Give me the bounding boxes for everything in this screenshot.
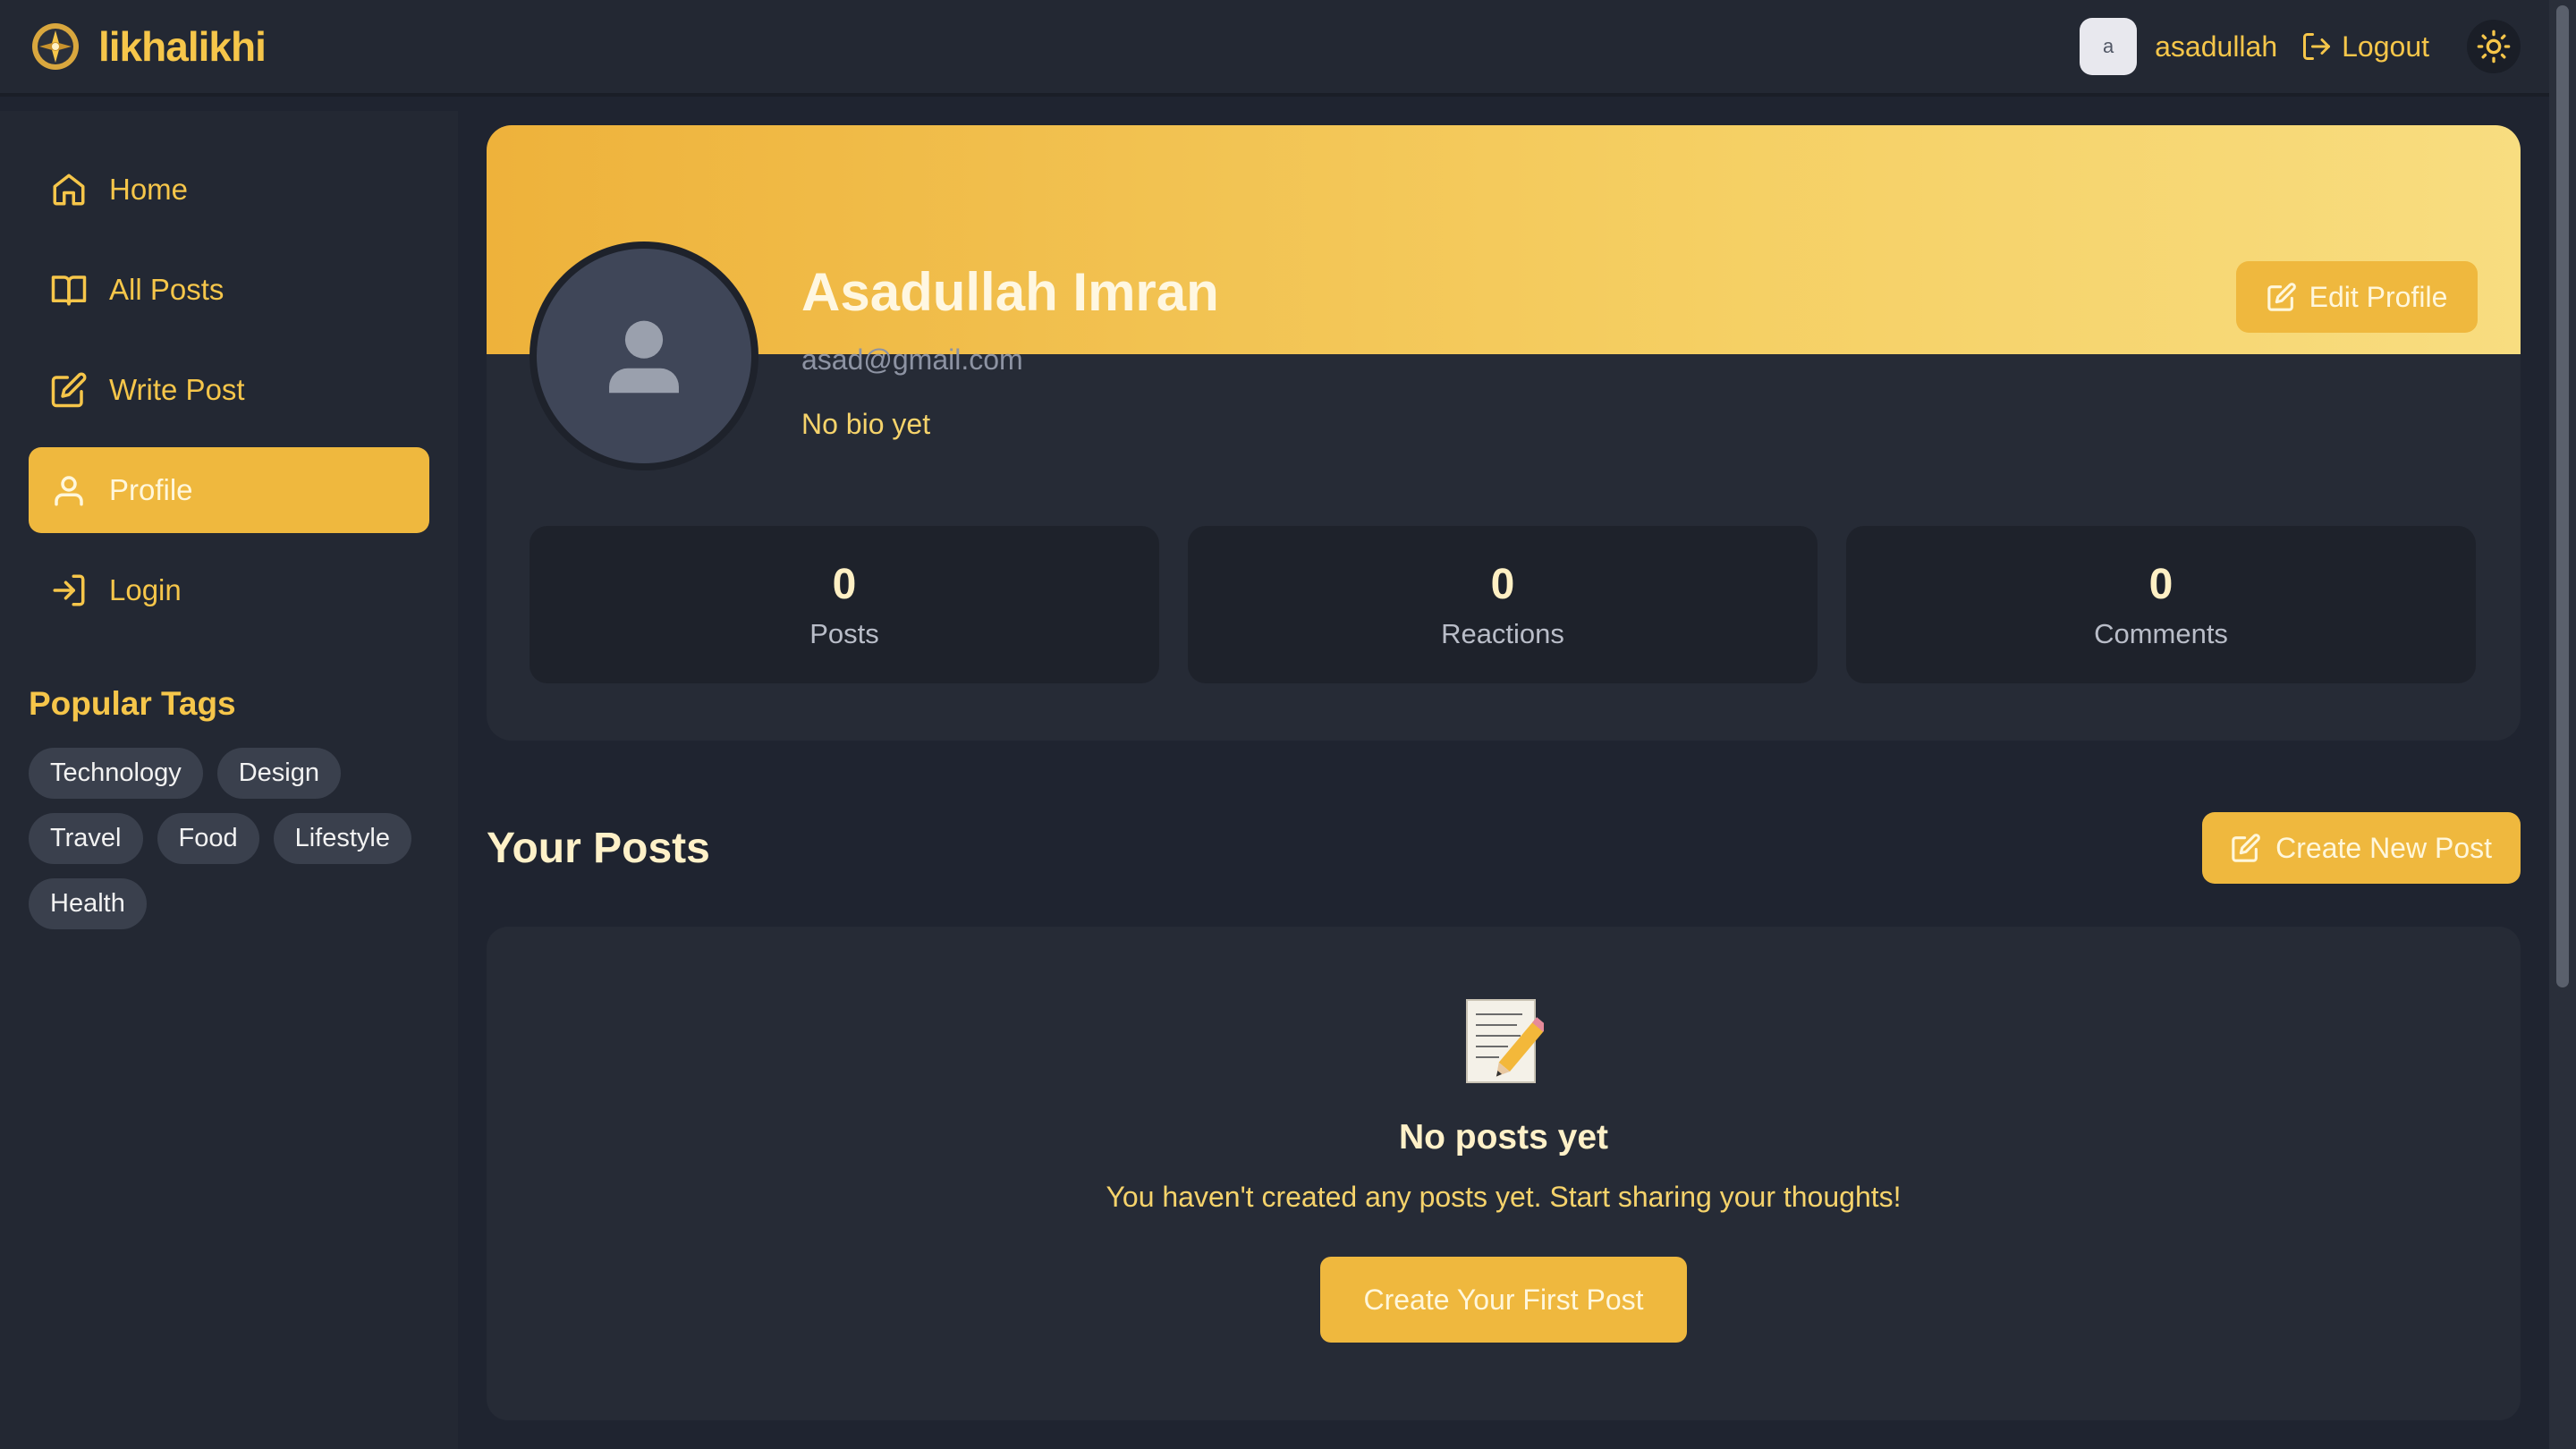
logout-button[interactable]: Logout (2301, 30, 2429, 64)
your-posts-title: Your Posts (487, 824, 710, 872)
profile-email: asad@gmail.com (801, 343, 1023, 376)
profile-banner (487, 125, 2521, 354)
stat-comments: 0 Comments (1846, 526, 2476, 683)
app-frame: likhalikhi a asadullah Logout Home All P… (0, 0, 2576, 1449)
sidebar-item-write-post[interactable]: Write Post (29, 347, 429, 433)
book-icon (51, 275, 87, 306)
sidebar: Home All Posts Write Post Profile Login … (0, 111, 458, 1449)
edit-icon (51, 372, 87, 408)
empty-title: No posts yet (1398, 1118, 1609, 1157)
top-bar: likhalikhi a asadullah Logout (0, 0, 2549, 97)
sidebar-item-label: Profile (109, 473, 193, 506)
tag-food[interactable]: Food (157, 813, 259, 864)
popular-tags-title: Popular Tags (29, 685, 236, 722)
sidebar-item-home[interactable]: Home (29, 147, 429, 233)
profile-name: Asadullah Imran (801, 262, 1219, 322)
sidebar-item-label: Login (109, 573, 182, 606)
profile-stats: 0 Posts 0 Reactions 0 Comments (530, 526, 2476, 683)
user-icon (55, 476, 83, 506)
profile-card: Asadullah Imran asad@gmail.com No bio ye… (487, 125, 2521, 741)
sidebar-item-login[interactable]: Login (29, 547, 429, 633)
create-new-post-button[interactable]: Create New Post (2202, 812, 2521, 884)
sidebar-item-profile[interactable]: Profile (29, 447, 429, 533)
empty-posts-card: No posts yet You haven't created any pos… (487, 927, 2521, 1420)
profile-avatar (530, 242, 758, 470)
memo-icon (1466, 999, 1544, 1083)
edit-profile-button[interactable]: Edit Profile (2236, 261, 2478, 333)
stat-value: 0 (1490, 560, 1515, 608)
empty-text: You haven't created any posts yet. Start… (1106, 1181, 1902, 1213)
scrollbar[interactable] (2549, 0, 2576, 1449)
scrollbar-thumb[interactable] (2556, 5, 2569, 987)
sidebar-item-label: Home (109, 173, 189, 206)
brand-name: likhalikhi (98, 23, 267, 70)
sidebar-item-label: Write Post (109, 373, 245, 406)
tag-technology[interactable]: Technology (29, 748, 203, 799)
stat-label: Reactions (1441, 617, 1564, 649)
user-controls: a asadullah Logout (2080, 18, 2521, 75)
stat-reactions: 0 Reactions (1188, 526, 1818, 683)
create-first-post-button[interactable]: Create Your First Post (1320, 1257, 1687, 1343)
posts-header: Your Posts Create New Post (487, 812, 2521, 884)
sidebar-item-all-posts[interactable]: All Posts (29, 247, 429, 333)
tag-design[interactable]: Design (216, 748, 341, 799)
create-new-post-label: Create New Post (2275, 831, 2492, 864)
stat-label: Comments (2094, 617, 2228, 649)
main-content: Asadullah Imran asad@gmail.com No bio ye… (487, 125, 2521, 1420)
stat-value: 0 (2148, 560, 2174, 608)
stat-value: 0 (832, 560, 857, 608)
stat-posts: 0 Posts (530, 526, 1159, 683)
avatar[interactable]: a (2080, 18, 2138, 75)
brand[interactable]: likhalikhi (29, 20, 267, 73)
stat-label: Posts (809, 617, 879, 649)
logout-label: Logout (2342, 30, 2429, 63)
logout-icon (2303, 33, 2331, 60)
compass-logo-icon (32, 23, 79, 70)
tag-health[interactable]: Health (29, 878, 147, 929)
tag-travel[interactable]: Travel (29, 813, 143, 864)
username[interactable]: asadullah (2155, 30, 2277, 64)
edit-icon (2267, 283, 2296, 311)
login-icon (53, 574, 85, 606)
sun-icon (2477, 30, 2511, 64)
home-icon (53, 174, 85, 206)
edit-icon (2232, 834, 2260, 862)
edit-profile-label: Edit Profile (2309, 280, 2448, 313)
user-placeholder-icon (609, 320, 679, 394)
sidebar-item-label: All Posts (109, 273, 225, 306)
theme-toggle-button[interactable] (2467, 20, 2521, 73)
tag-list: Technology Design Travel Food Lifestyle … (29, 748, 429, 929)
profile-bio: No bio yet (801, 408, 931, 440)
tag-lifestyle[interactable]: Lifestyle (273, 813, 411, 864)
